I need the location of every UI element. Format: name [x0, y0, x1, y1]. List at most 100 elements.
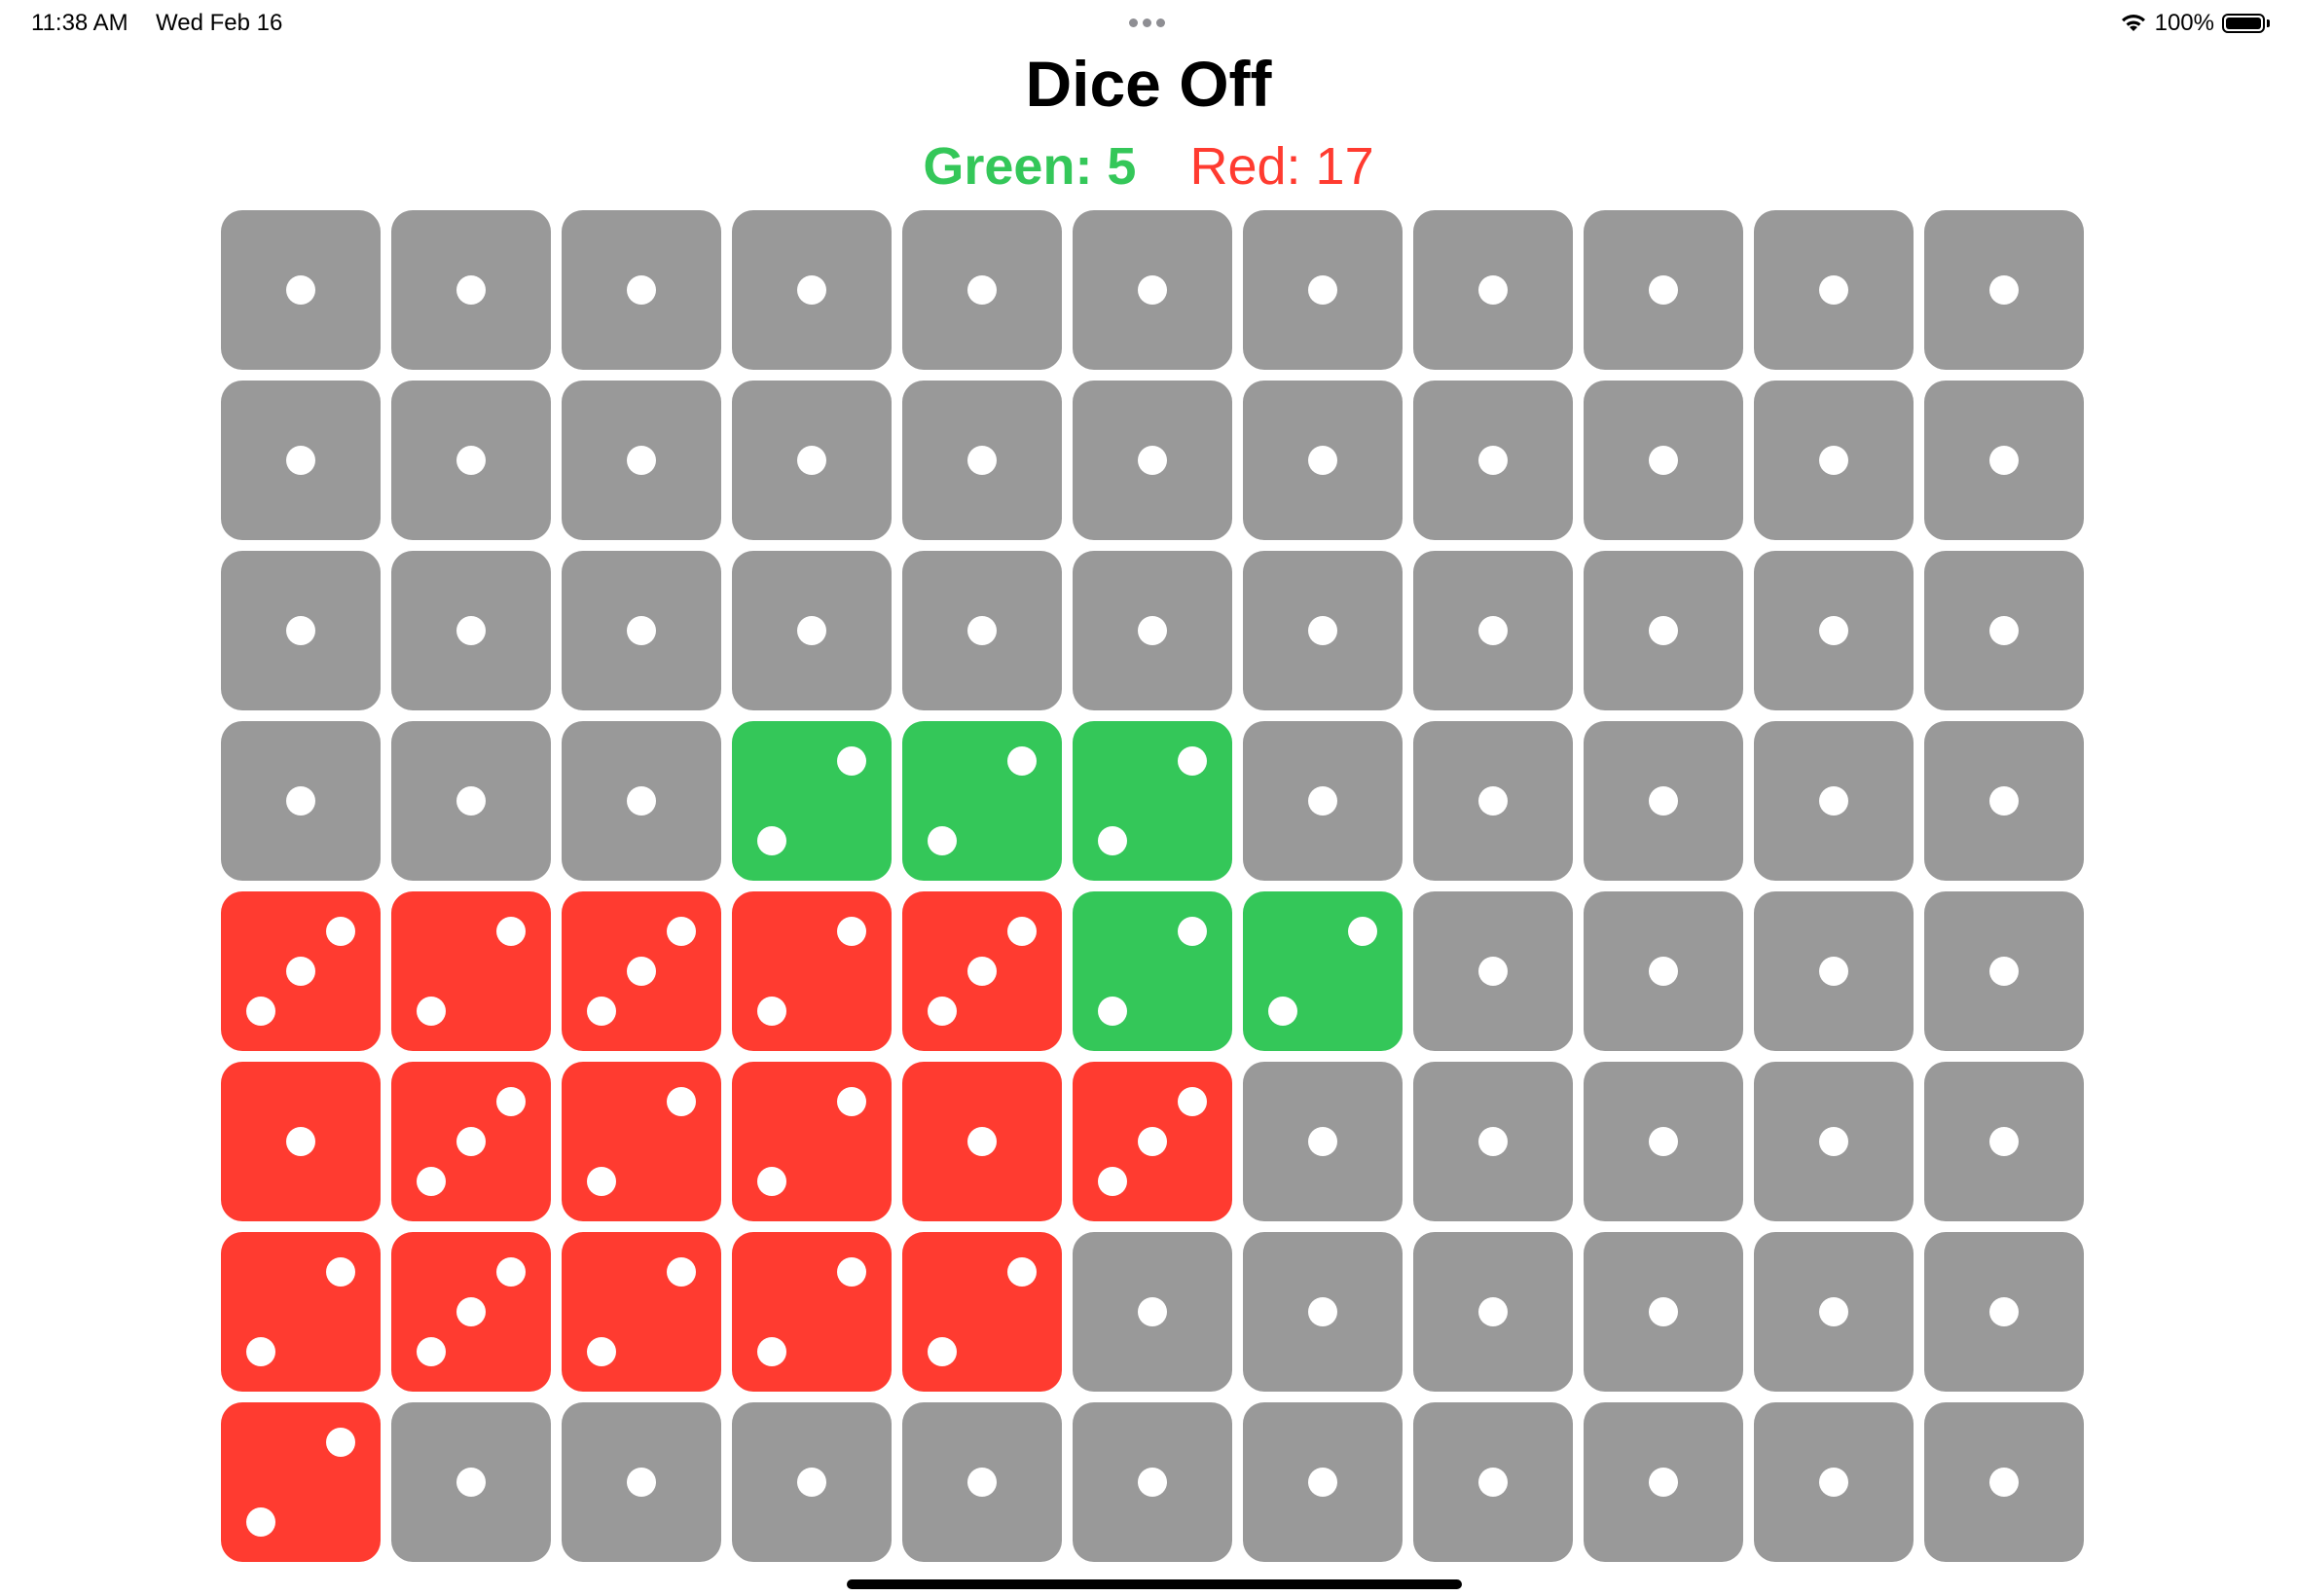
die-r2-c9[interactable] [1584, 381, 1743, 540]
die-r4-c9[interactable] [1584, 721, 1743, 881]
die-r3-c8[interactable] [1413, 551, 1573, 710]
die-r1-c4[interactable] [732, 210, 892, 370]
die-r7-c7[interactable] [1243, 1232, 1403, 1392]
die-r6-c5[interactable] [902, 1062, 1062, 1221]
die-r6-c11[interactable] [1924, 1062, 2084, 1221]
die-r2-c3[interactable] [562, 381, 721, 540]
die-r4-c5[interactable] [902, 721, 1062, 881]
die-r2-c8[interactable] [1413, 381, 1573, 540]
die-r3-c3[interactable] [562, 551, 721, 710]
die-r8-c8[interactable] [1413, 1402, 1573, 1562]
wifi-icon [2120, 14, 2147, 33]
die-r7-c10[interactable] [1754, 1232, 1914, 1392]
die-r6-c9[interactable] [1584, 1062, 1743, 1221]
die-r1-c11[interactable] [1924, 210, 2084, 370]
die-r8-c5[interactable] [902, 1402, 1062, 1562]
die-r3-c1[interactable] [221, 551, 381, 710]
die-r2-c1[interactable] [221, 381, 381, 540]
die-r6-c4[interactable] [732, 1062, 892, 1221]
die-r1-c3[interactable] [562, 210, 721, 370]
die-r4-c7[interactable] [1243, 721, 1403, 881]
die-r1-c8[interactable] [1413, 210, 1573, 370]
die-r2-c7[interactable] [1243, 381, 1403, 540]
die-r4-c6[interactable] [1073, 721, 1232, 881]
die-r5-c1[interactable] [221, 891, 381, 1051]
die-r5-c4[interactable] [732, 891, 892, 1051]
die-r8-c3[interactable] [562, 1402, 721, 1562]
die-pip [1478, 275, 1508, 305]
die-r3-c11[interactable] [1924, 551, 2084, 710]
die-r6-c10[interactable] [1754, 1062, 1914, 1221]
die-r5-c6[interactable] [1073, 891, 1232, 1051]
die-r3-c6[interactable] [1073, 551, 1232, 710]
die-r5-c9[interactable] [1584, 891, 1743, 1051]
die-r5-c5[interactable] [902, 891, 1062, 1051]
die-r1-c9[interactable] [1584, 210, 1743, 370]
die-r1-c2[interactable] [391, 210, 551, 370]
die-r2-c4[interactable] [732, 381, 892, 540]
die-r7-c4[interactable] [732, 1232, 892, 1392]
die-r1-c1[interactable] [221, 210, 381, 370]
die-r8-c4[interactable] [732, 1402, 892, 1562]
die-r3-c4[interactable] [732, 551, 892, 710]
die-r2-c6[interactable] [1073, 381, 1232, 540]
die-r8-c7[interactable] [1243, 1402, 1403, 1562]
die-r6-c7[interactable] [1243, 1062, 1403, 1221]
die-pip [928, 997, 957, 1026]
die-r3-c10[interactable] [1754, 551, 1914, 710]
die-r2-c2[interactable] [391, 381, 551, 540]
die-r3-c9[interactable] [1584, 551, 1743, 710]
die-r5-c2[interactable] [391, 891, 551, 1051]
die-r4-c11[interactable] [1924, 721, 2084, 881]
die-r4-c4[interactable] [732, 721, 892, 881]
die-r7-c1[interactable] [221, 1232, 381, 1392]
die-r6-c3[interactable] [562, 1062, 721, 1221]
die-pip [1478, 446, 1508, 475]
multitask-dots-icon[interactable] [1129, 18, 1165, 27]
die-pip [1649, 1468, 1678, 1497]
die-pip [1098, 997, 1127, 1026]
die-pip [1178, 746, 1207, 776]
die-r1-c10[interactable] [1754, 210, 1914, 370]
die-r6-c6[interactable] [1073, 1062, 1232, 1221]
die-r2-c5[interactable] [902, 381, 1062, 540]
die-r8-c1[interactable] [221, 1402, 381, 1562]
home-indicator[interactable] [847, 1579, 1462, 1589]
die-r4-c8[interactable] [1413, 721, 1573, 881]
die-r2-c10[interactable] [1754, 381, 1914, 540]
die-r7-c11[interactable] [1924, 1232, 2084, 1392]
die-r8-c6[interactable] [1073, 1402, 1232, 1562]
die-r2-c11[interactable] [1924, 381, 2084, 540]
die-r7-c2[interactable] [391, 1232, 551, 1392]
die-r1-c7[interactable] [1243, 210, 1403, 370]
die-r7-c5[interactable] [902, 1232, 1062, 1392]
die-pip [496, 1257, 526, 1287]
die-r6-c1[interactable] [221, 1062, 381, 1221]
die-r4-c3[interactable] [562, 721, 721, 881]
die-r7-c3[interactable] [562, 1232, 721, 1392]
die-r3-c7[interactable] [1243, 551, 1403, 710]
die-r7-c9[interactable] [1584, 1232, 1743, 1392]
die-r4-c2[interactable] [391, 721, 551, 881]
die-r7-c8[interactable] [1413, 1232, 1573, 1392]
die-r7-c6[interactable] [1073, 1232, 1232, 1392]
die-r5-c7[interactable] [1243, 891, 1403, 1051]
die-r8-c11[interactable] [1924, 1402, 2084, 1562]
die-r4-c10[interactable] [1754, 721, 1914, 881]
die-r5-c10[interactable] [1754, 891, 1914, 1051]
die-r5-c3[interactable] [562, 891, 721, 1051]
status-bar: 11:38 AM Wed Feb 16 100% [0, 0, 2297, 47]
die-r6-c8[interactable] [1413, 1062, 1573, 1221]
die-r1-c5[interactable] [902, 210, 1062, 370]
die-r5-c8[interactable] [1413, 891, 1573, 1051]
die-r1-c6[interactable] [1073, 210, 1232, 370]
die-r4-c1[interactable] [221, 721, 381, 881]
die-r5-c11[interactable] [1924, 891, 2084, 1051]
die-pip [456, 446, 486, 475]
die-r8-c10[interactable] [1754, 1402, 1914, 1562]
die-r8-c9[interactable] [1584, 1402, 1743, 1562]
die-r3-c2[interactable] [391, 551, 551, 710]
die-r6-c2[interactable] [391, 1062, 551, 1221]
die-r3-c5[interactable] [902, 551, 1062, 710]
die-r8-c2[interactable] [391, 1402, 551, 1562]
